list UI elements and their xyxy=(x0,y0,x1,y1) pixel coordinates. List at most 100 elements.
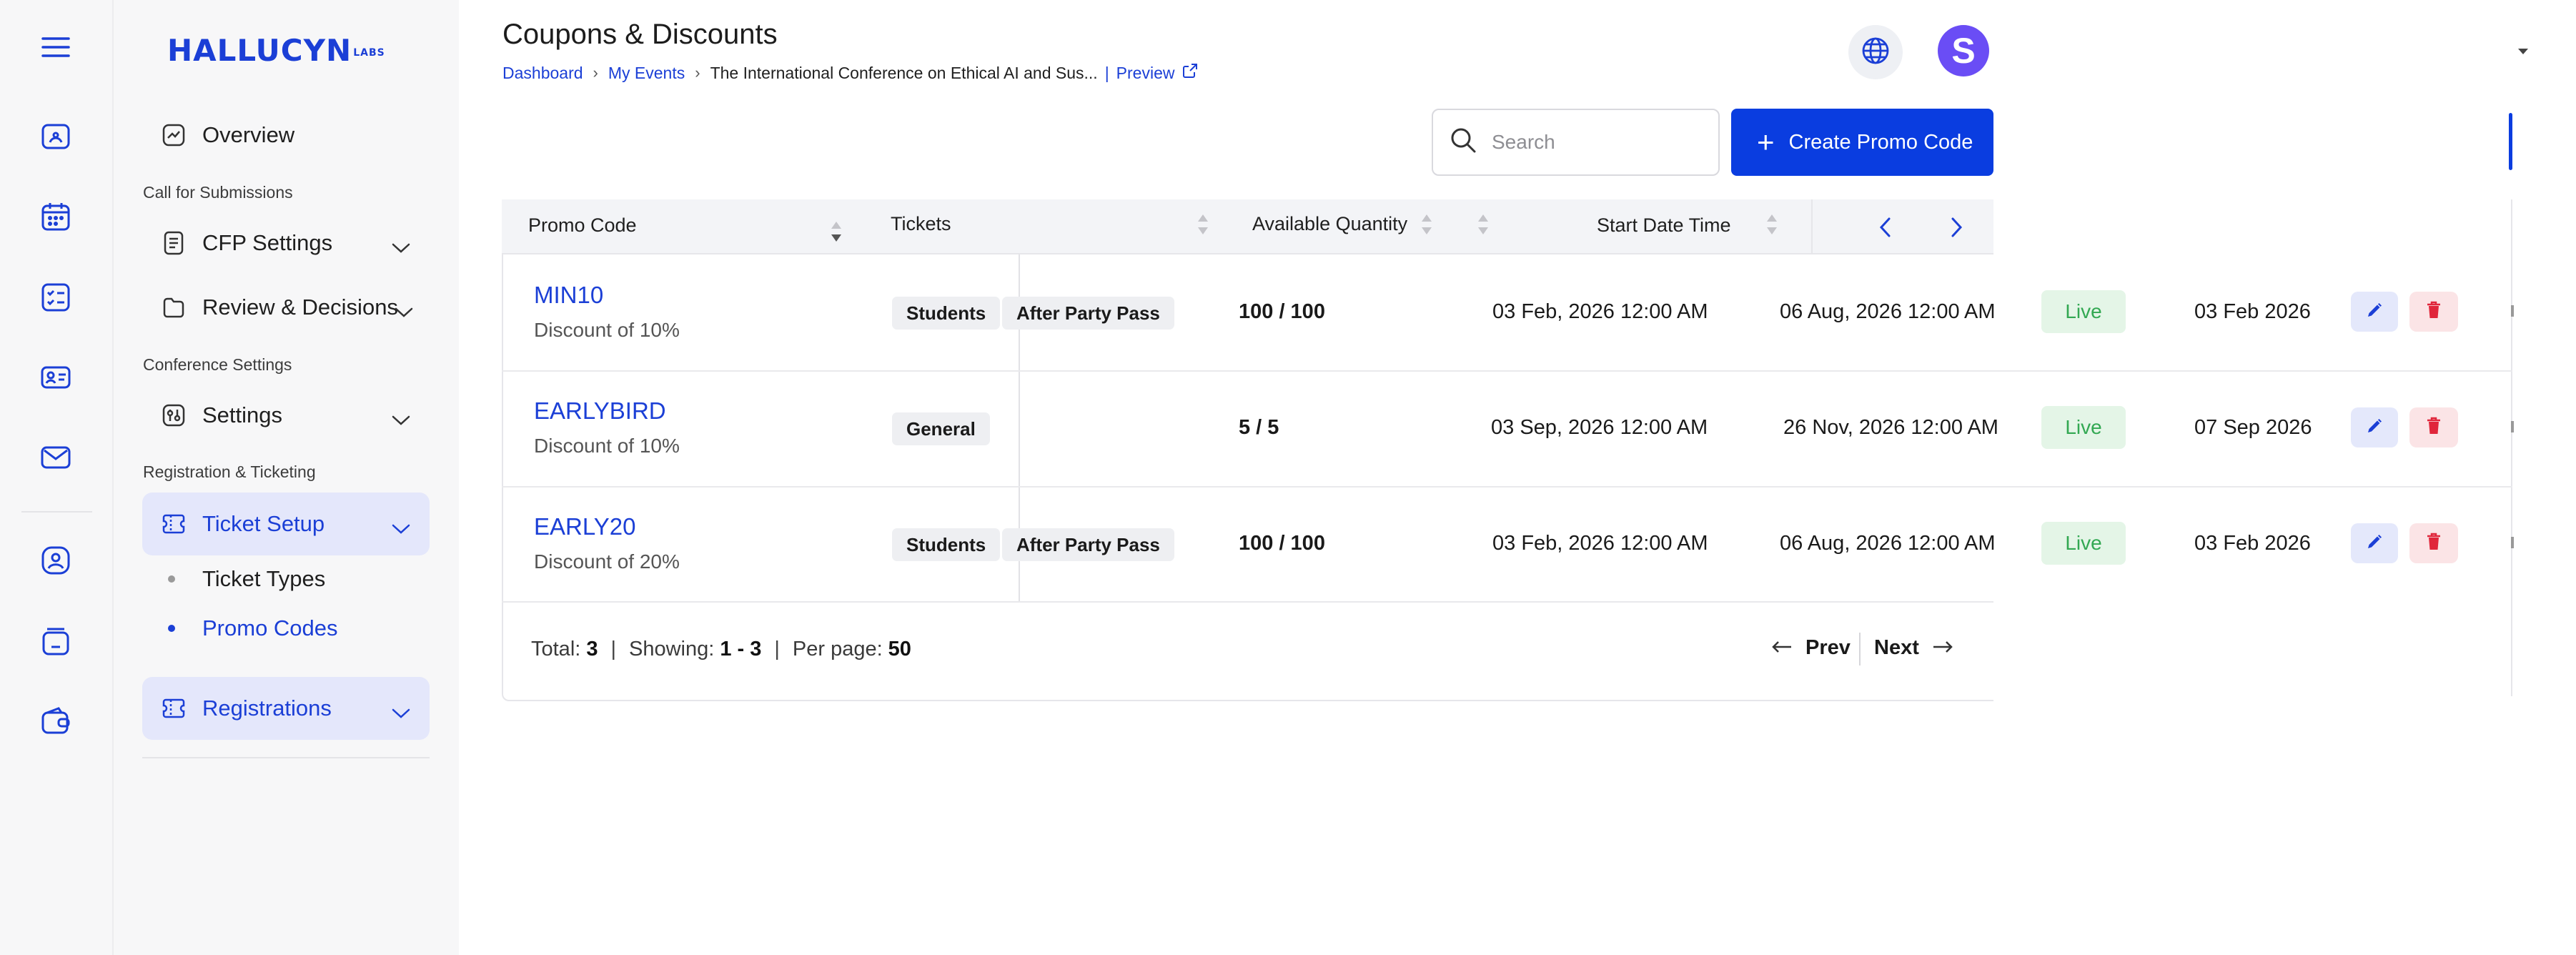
promo-code-link[interactable]: EARLY20 xyxy=(534,513,635,540)
column-header-start-date-time[interactable]: Start Date Time xyxy=(1597,214,1731,237)
end-date: 06 Aug, 2026 12:00 AM xyxy=(1780,532,1996,555)
storage-icon[interactable] xyxy=(36,621,76,661)
sidebar-subitem-promo-codes[interactable]: Promo Codes xyxy=(168,615,338,641)
table-summary: Total: 3 | Showing: 1 - 3 | Per page: 50 xyxy=(531,638,911,661)
pencil-icon xyxy=(2366,533,2383,554)
sidebar-item-label: Review & Decisions xyxy=(202,295,398,320)
chevron-down-icon xyxy=(391,700,411,726)
partial-button-edge xyxy=(2509,113,2512,170)
delete-button[interactable] xyxy=(2409,292,2458,332)
sidebar-item-cfp-settings[interactable]: CFP Settings xyxy=(142,214,430,272)
promo-code-link[interactable]: MIN10 xyxy=(534,282,603,309)
sidebar-subitem-label: Ticket Types xyxy=(202,566,326,591)
prev-label: Prev xyxy=(1805,636,1851,659)
sidebar-subitem-label: Promo Codes xyxy=(202,615,338,640)
ticket-tag: General xyxy=(892,412,990,445)
sort-desc-icon[interactable] xyxy=(830,219,843,248)
create-promo-code-button[interactable]: + Create Promo Code xyxy=(1731,109,1993,176)
edit-button[interactable] xyxy=(2351,523,2398,563)
trash-icon xyxy=(2426,533,2442,555)
language-button[interactable] xyxy=(1848,25,1903,79)
sidebar-item-review[interactable]: Review & Decisions xyxy=(142,279,430,336)
chevron-right-icon: › xyxy=(695,64,700,81)
promo-code-link[interactable]: EARLYBIRD xyxy=(534,397,666,425)
end-date: 26 Nov, 2026 12:00 AM xyxy=(1783,416,1998,439)
home-icon[interactable] xyxy=(36,117,76,157)
arrow-left-icon xyxy=(1771,636,1793,660)
start-date: 03 Feb, 2026 12:00 AM xyxy=(1492,532,1708,555)
sort-icon[interactable] xyxy=(1420,212,1433,241)
promo-description: Discount of 10% xyxy=(534,435,680,457)
total-count: 3 xyxy=(586,638,598,660)
per-page-value[interactable]: 50 xyxy=(888,638,911,661)
plus-icon: + xyxy=(1757,125,1775,159)
chevron-left-icon[interactable] xyxy=(1878,217,1893,242)
per-page-label: Per page: xyxy=(792,638,883,660)
ticket-tag: After Party Pass xyxy=(1002,297,1174,330)
bullet-icon xyxy=(168,575,175,583)
search-placeholder: Search xyxy=(1492,131,1555,153)
breadcrumb-separator: | xyxy=(1104,63,1109,82)
logo-suffix: LABS xyxy=(353,46,385,59)
next-button[interactable]: Next xyxy=(1874,636,1953,660)
search-input[interactable]: Search xyxy=(1432,109,1720,176)
chevron-right-icon[interactable] xyxy=(1949,217,1963,242)
sidebar-item-settings[interactable]: Settings xyxy=(142,387,430,444)
user-circle-icon[interactable] xyxy=(36,540,76,580)
sidebar-subitem-ticket-types[interactable]: Ticket Types xyxy=(168,566,325,592)
caret-down-icon[interactable] xyxy=(2517,46,2529,59)
showing-label: Showing: xyxy=(629,638,715,660)
created-date: 03 Feb 2026 xyxy=(2194,300,2311,323)
edit-button[interactable] xyxy=(2351,407,2398,447)
avatar[interactable]: S xyxy=(1938,25,1989,76)
chevron-down-icon xyxy=(391,407,411,432)
overflow-icon xyxy=(2511,421,2514,432)
sort-icon[interactable] xyxy=(1197,212,1209,241)
edit-button[interactable] xyxy=(2351,292,2398,332)
sort-icon[interactable] xyxy=(1477,212,1490,241)
pencil-icon xyxy=(2366,302,2383,322)
sort-icon[interactable] xyxy=(1765,212,1778,241)
column-header-promo-code[interactable]: Promo Code xyxy=(528,214,637,237)
trash-icon xyxy=(2426,301,2442,323)
breadcrumb-dashboard[interactable]: Dashboard xyxy=(502,64,583,83)
column-header-tickets[interactable]: Tickets xyxy=(891,213,951,235)
delete-button[interactable] xyxy=(2409,523,2458,563)
row-divider xyxy=(502,601,1993,603)
logo-text: HALLUCYN xyxy=(167,33,352,68)
app-logo[interactable]: HALLUCYN LABS xyxy=(167,33,385,68)
external-link-icon[interactable] xyxy=(1182,62,1199,84)
sidebar-item-ticket-setup[interactable]: Ticket Setup xyxy=(142,493,430,555)
promo-description: Discount of 10% xyxy=(534,319,680,341)
showing-range: 1 - 3 xyxy=(720,638,762,660)
column-header-available-quantity[interactable]: Available Quantity xyxy=(1252,213,1407,235)
chevron-down-icon xyxy=(391,234,411,260)
row-divider xyxy=(502,486,2512,488)
preview-link[interactable]: Preview xyxy=(1116,64,1175,83)
calendar-icon[interactable] xyxy=(36,197,76,237)
folder-icon xyxy=(161,295,187,320)
mail-icon[interactable] xyxy=(36,437,76,478)
contact-card-icon[interactable] xyxy=(36,357,76,397)
pencil-icon xyxy=(2366,417,2383,438)
delete-button[interactable] xyxy=(2409,407,2458,447)
sidebar-item-registrations[interactable]: Registrations xyxy=(142,677,430,740)
menu-icon[interactable] xyxy=(36,27,76,67)
breadcrumb: Dashboard › My Events › The Internationa… xyxy=(502,62,1199,84)
page-title: Coupons & Discounts xyxy=(502,19,778,50)
ticket-icon xyxy=(161,511,187,537)
wallet-icon[interactable] xyxy=(36,701,76,741)
sidebar-item-label: CFP Settings xyxy=(202,230,333,255)
ticket-tag: Students xyxy=(892,297,1001,330)
available-quantity: 100 / 100 xyxy=(1239,532,1325,555)
summary-separator: | xyxy=(774,638,780,660)
breadcrumb-my-events[interactable]: My Events xyxy=(608,64,685,83)
sidebar: HALLUCYN LABS Overview Call for Submissio… xyxy=(114,0,459,955)
sidebar-item-overview[interactable]: Overview xyxy=(142,107,430,164)
prev-button[interactable]: Prev xyxy=(1771,636,1851,660)
table-right-border xyxy=(2511,199,2512,696)
status-badge: Live xyxy=(2041,406,2126,449)
document-icon xyxy=(161,230,187,256)
overflow-icon xyxy=(2511,305,2514,317)
checklist-icon[interactable] xyxy=(36,277,76,317)
